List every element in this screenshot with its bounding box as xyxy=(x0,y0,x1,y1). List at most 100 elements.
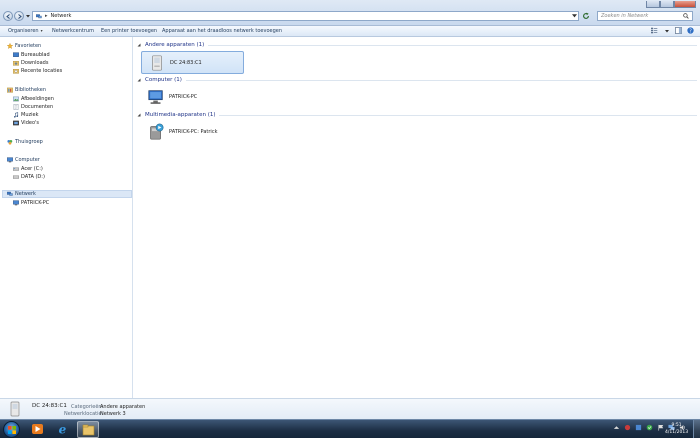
group-divider xyxy=(185,79,697,81)
internet-explorer-icon: e xyxy=(59,423,67,435)
windows-logo-icon xyxy=(8,426,16,434)
security-icon[interactable] xyxy=(646,424,653,431)
forward-button[interactable] xyxy=(14,11,24,21)
nav-item-label: Video's xyxy=(21,120,39,126)
nav-item-label: PATRICK-PC xyxy=(21,200,50,206)
nav-item-music[interactable]: Muziek xyxy=(13,111,38,119)
view-dropdown-button[interactable] xyxy=(663,27,670,34)
breadcrumb-separator[interactable]: ▸ xyxy=(45,13,48,19)
search-icon[interactable] xyxy=(683,13,689,19)
nav-item-label: Afbeeldingen xyxy=(21,96,54,102)
network-icon xyxy=(36,13,42,18)
nav-item-drive-d[interactable]: DATA (D:) xyxy=(13,173,45,181)
generic-device-icon xyxy=(10,401,20,417)
nav-item-patrick-pc[interactable]: PATRICK-PC xyxy=(13,199,49,207)
recent-pages-dropdown-icon[interactable] xyxy=(26,14,30,18)
nav-item-downloads[interactable]: Downloads xyxy=(13,59,48,67)
add-wireless-device-button[interactable]: Apparaat aan het draadloos netwerk toevo… xyxy=(162,28,282,34)
preview-pane-icon xyxy=(675,27,682,34)
nav-homegroup-label: Thuisgroep xyxy=(15,139,43,145)
svg-text:?: ? xyxy=(689,28,692,34)
help-button[interactable]: ? xyxy=(687,27,694,34)
nav-favorites[interactable]: Favorieten xyxy=(7,42,41,50)
collapse-triangle-icon[interactable] xyxy=(137,78,141,82)
address-field[interactable]: ▸ Netwerk xyxy=(32,11,579,21)
generic-device-icon xyxy=(152,54,162,71)
collapse-triangle-icon[interactable] xyxy=(137,43,141,47)
documents-icon xyxy=(13,104,19,110)
flag-icon[interactable] xyxy=(657,424,664,431)
refresh-icon[interactable] xyxy=(582,12,590,20)
drive-icon xyxy=(13,167,19,171)
taskbar-media-player[interactable] xyxy=(27,421,49,438)
nav-item-documents[interactable]: Documenten xyxy=(13,103,53,111)
show-hidden-icons-icon[interactable] xyxy=(613,424,620,431)
folder-icon xyxy=(82,424,95,436)
clock-time: 9:51 xyxy=(671,423,682,428)
music-icon xyxy=(14,112,19,118)
nav-network[interactable]: Netwerk xyxy=(2,190,132,198)
start-button[interactable] xyxy=(3,421,20,438)
nav-item-label: Muziek xyxy=(21,112,39,118)
tray-app-icon[interactable] xyxy=(624,424,631,431)
address-dropdown-icon[interactable] xyxy=(572,13,577,18)
nav-item-label: Acer (C:) xyxy=(21,166,43,172)
group-header-multimedia[interactable]: Multimedia-apparaten (1) xyxy=(137,111,697,119)
taskbar-explorer[interactable] xyxy=(77,421,99,438)
group-header-other-devices[interactable]: Andere apparaten (1) xyxy=(137,41,697,49)
nav-item-videos[interactable]: Video's xyxy=(13,119,39,127)
chevron-down-icon xyxy=(664,29,669,32)
group-header-computer[interactable]: Computer (1) xyxy=(137,76,697,84)
organize-menu[interactable]: Organiseren ▾ xyxy=(8,28,43,34)
change-view-button[interactable] xyxy=(651,27,658,34)
search-placeholder: Zoeken in Netwerk xyxy=(601,13,649,19)
back-button[interactable] xyxy=(3,11,13,21)
collapse-triangle-icon[interactable] xyxy=(137,113,141,117)
nav-homegroup[interactable]: Thuisgroep xyxy=(7,138,43,146)
help-icon: ? xyxy=(687,27,694,34)
address-bar: ▸ Netwerk Zoeken in Netwerk xyxy=(0,0,700,26)
nav-item-desktop[interactable]: Bureaublad xyxy=(13,51,50,59)
breadcrumb-network[interactable]: Netwerk xyxy=(51,13,72,19)
details-category-value: Andere apparaten xyxy=(100,404,146,410)
organize-label: Organiseren xyxy=(8,28,39,34)
group-title: Andere apparaten (1) xyxy=(145,42,205,48)
nav-libraries-label: Bibliotheken xyxy=(15,87,46,93)
nav-item-drive-c[interactable]: Acer (C:) xyxy=(13,165,43,173)
taskbar-internet-explorer[interactable]: e xyxy=(52,421,74,438)
computer-icon xyxy=(148,89,163,104)
nav-item-recent[interactable]: Recente locaties xyxy=(13,67,62,75)
show-desktop-button[interactable] xyxy=(693,420,700,438)
desktop-icon xyxy=(13,52,19,57)
tray-app-icon[interactable] xyxy=(635,424,642,431)
nav-item-pictures[interactable]: Afbeeldingen xyxy=(13,95,54,103)
group-title: Multimedia-apparaten (1) xyxy=(145,112,216,118)
device-tile[interactable]: PATRICK-PC: Patrick xyxy=(141,120,244,143)
device-tile[interactable]: DC 24:83:C1 xyxy=(141,51,244,74)
svg-text:e: e xyxy=(59,423,67,435)
search-field[interactable]: Zoeken in Netwerk xyxy=(597,11,693,21)
minimize-button[interactable] xyxy=(646,1,660,8)
taskbar-clock[interactable]: 9:51 4/11/2013 xyxy=(665,422,688,436)
recent-places-icon xyxy=(13,69,19,74)
nav-libraries[interactable]: Bibliotheken xyxy=(7,86,46,94)
preview-pane-button[interactable] xyxy=(675,27,682,34)
nav-item-label: Documenten xyxy=(21,104,54,110)
nav-item-label: Bureaublad xyxy=(21,52,50,58)
maximize-button[interactable] xyxy=(660,1,674,8)
computer-icon xyxy=(13,200,19,206)
device-tile[interactable]: PATRICK-PC xyxy=(141,85,244,108)
group-title: Computer (1) xyxy=(145,77,182,83)
nav-computer[interactable]: Computer xyxy=(7,156,40,164)
device-name: PATRICK-PC xyxy=(169,93,198,100)
close-button[interactable] xyxy=(674,1,696,8)
view-controls: ? xyxy=(651,27,694,34)
content-pane: Andere apparaten (1) DC 24:83:C1 Compute… xyxy=(134,37,700,398)
nav-item-label: DATA (D:) xyxy=(21,174,45,180)
nav-favorites-label: Favorieten xyxy=(15,43,42,49)
taskbar: e 9:51 4/11/2013 xyxy=(0,419,700,438)
forward-arrow-icon xyxy=(18,14,22,19)
add-printer-button[interactable]: Een printer toevoegen xyxy=(101,28,157,34)
network-center-button[interactable]: Netwerkcentrum xyxy=(52,28,94,34)
libraries-icon xyxy=(7,87,13,93)
